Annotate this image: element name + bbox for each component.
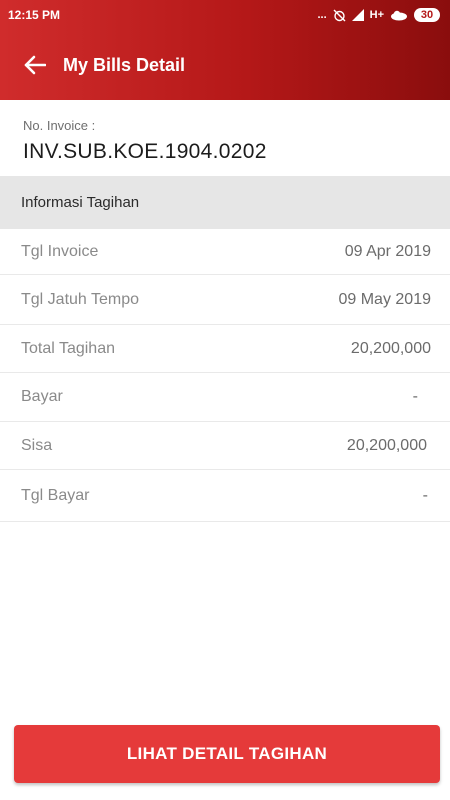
invoice-label: No. Invoice : xyxy=(23,118,96,133)
app-bar: 12:15 PM ... H+ 30 My Bills Detail xyxy=(0,0,450,100)
back-button[interactable] xyxy=(13,43,57,87)
row-value: - xyxy=(412,388,418,405)
status-icons: ... H+ 30 xyxy=(317,8,440,22)
info-row-tgl-invoice: Tgl Invoice 09 Apr 2019 xyxy=(0,229,450,275)
row-value: - xyxy=(422,486,428,504)
info-row-tgl-bayar: Tgl Bayar - xyxy=(0,470,450,522)
arrow-left-icon xyxy=(24,55,46,75)
info-row-bayar: Bayar - xyxy=(0,373,450,422)
cloud-icon xyxy=(391,10,407,20)
signal-icon xyxy=(351,9,364,21)
row-value: 09 May 2019 xyxy=(338,290,431,308)
toolbar: My Bills Detail xyxy=(0,30,450,100)
row-label: Bayar xyxy=(21,388,63,405)
battery-icon: 30 xyxy=(414,8,440,22)
info-row-tgl-jatuh-tempo: Tgl Jatuh Tempo 09 May 2019 xyxy=(0,275,450,325)
section-header: Informasi Tagihan xyxy=(0,176,450,229)
row-label: Tgl Jatuh Tempo xyxy=(21,290,139,308)
status-bar: 12:15 PM ... H+ 30 xyxy=(0,0,450,30)
status-time: 12:15 PM xyxy=(8,8,61,22)
row-value: 20,200,000 xyxy=(346,436,427,454)
row-label: Tgl Invoice xyxy=(21,242,99,260)
row-label: Total Tagihan xyxy=(21,339,115,357)
network-type: H+ xyxy=(369,9,384,21)
page-title: My Bills Detail xyxy=(63,54,186,75)
invoice-number: INV.SUB.KOE.1904.0202 xyxy=(23,140,267,163)
alarm-off-icon xyxy=(333,9,346,21)
info-row-sisa: Sisa 20,200,000 xyxy=(0,422,450,470)
invoice-block: No. Invoice : INV.SUB.KOE.1904.0202 xyxy=(0,100,450,176)
row-value: 09 Apr 2019 xyxy=(344,242,431,260)
info-list: Tgl Invoice 09 Apr 2019 Tgl Jatuh Tempo … xyxy=(0,229,450,522)
row-label: Sisa xyxy=(21,436,53,454)
row-value: 20,200,000 xyxy=(350,339,431,357)
signal-dots: ... xyxy=(317,9,327,21)
row-label: Tgl Bayar xyxy=(21,486,90,504)
info-row-total-tagihan: Total Tagihan 20,200,000 xyxy=(0,325,450,373)
lihat-detail-tagihan-button[interactable]: LIHAT DETAIL TAGIHAN xyxy=(14,725,440,783)
